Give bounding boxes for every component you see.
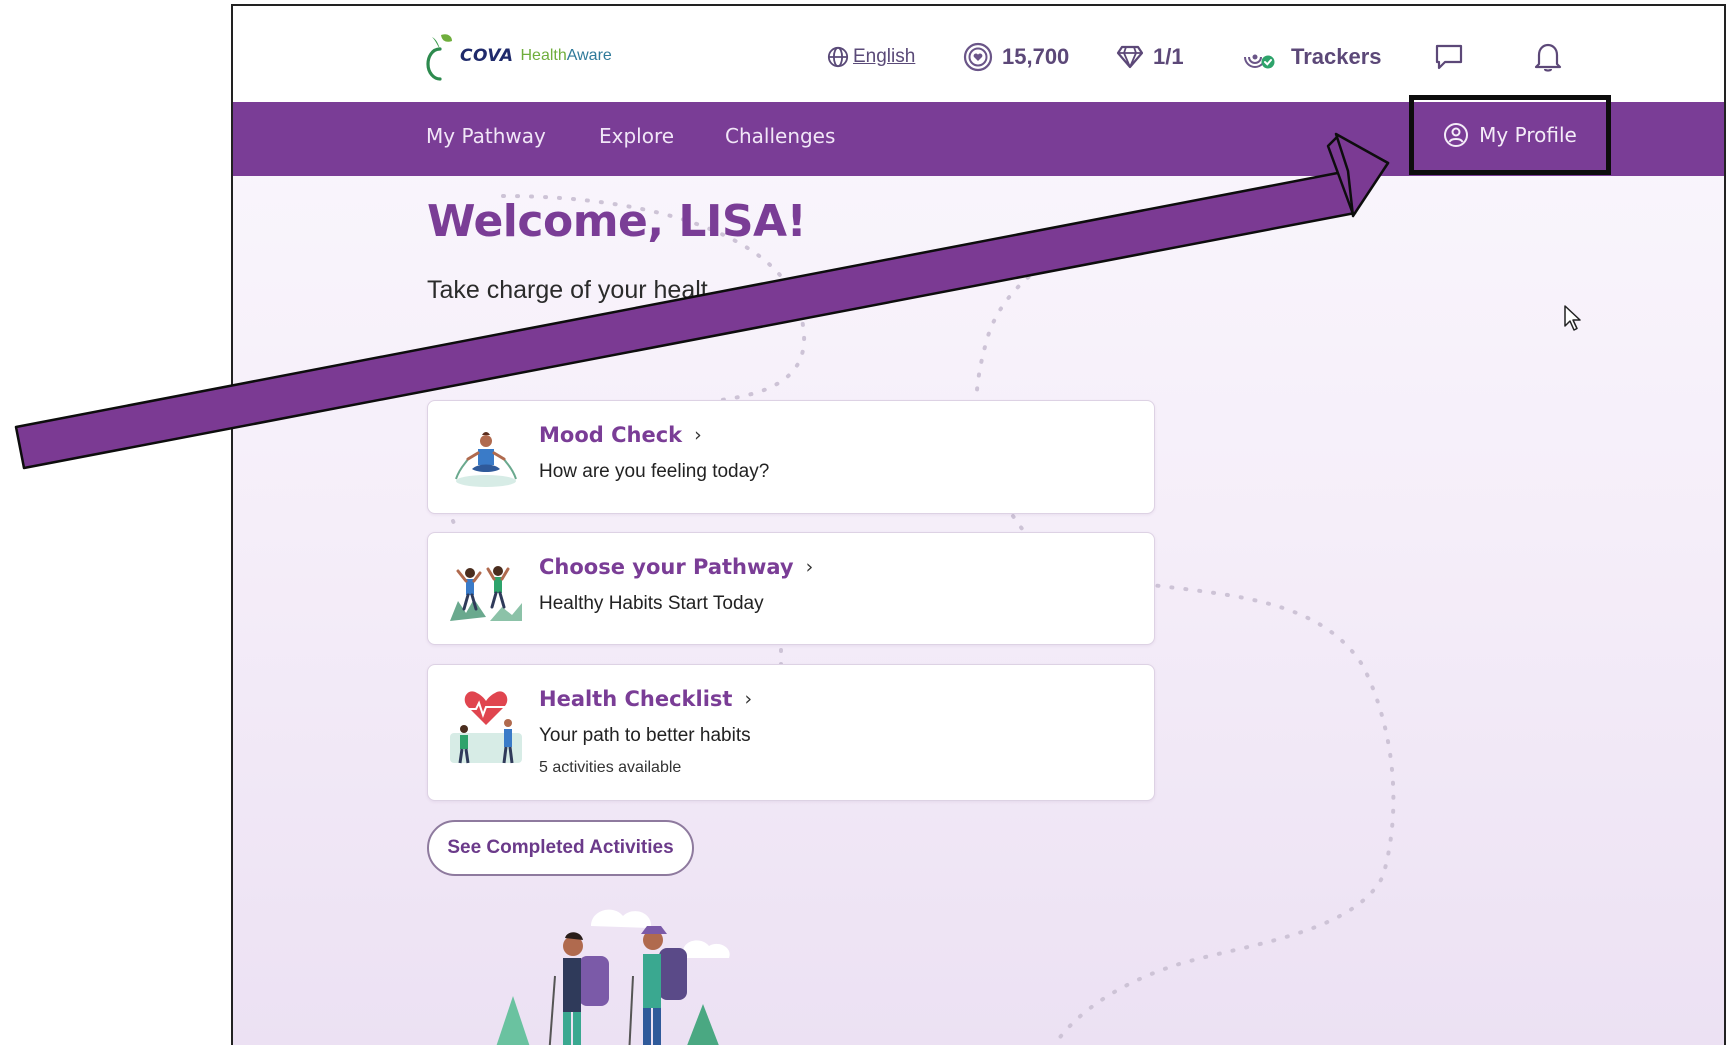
card-title-text: Choose your Pathway — [539, 555, 794, 579]
card-title: Choose your Pathway › — [539, 555, 813, 579]
nav-explore[interactable]: Explore — [599, 124, 674, 148]
main-nav: My Pathway Explore Challenges My Profile — [233, 95, 1724, 176]
messages-button[interactable] — [1433, 40, 1465, 74]
app-window: COVA HealthAware English 15,700 1/1 Trac… — [231, 4, 1726, 1045]
profile-button[interactable]: My Profile — [1443, 122, 1577, 148]
nav-my-pathway[interactable]: My Pathway — [426, 124, 546, 148]
nav-challenges[interactable]: Challenges — [725, 124, 835, 148]
hikers-illustration-icon — [496, 909, 730, 1045]
activity-card-health-checklist[interactable]: Health Checklist › Your path to better h… — [427, 664, 1155, 801]
activities-heading: ctivities — [427, 346, 531, 372]
card-title: Health Checklist › — [539, 687, 752, 711]
tagline-text: Take charge of your healt — [427, 276, 708, 304]
diamond-icon — [1116, 45, 1144, 69]
mouse-cursor-icon — [1564, 305, 1581, 331]
chevron-right-icon: › — [805, 556, 814, 578]
points-value: 15,700 — [1002, 44, 1070, 69]
profile-highlight-box: My Profile — [1409, 95, 1611, 175]
logo-brand-text: COVA — [460, 46, 514, 66]
trackers-icon — [1244, 54, 1275, 69]
meditation-illustration-icon — [455, 432, 517, 487]
user-circle-icon — [1444, 123, 1469, 147]
language-label: English — [853, 46, 916, 67]
activity-card-choose-pathway[interactable]: Choose your Pathway › Healthy Habits Sta… — [427, 532, 1155, 645]
trackers-button[interactable]: Trackers — [1241, 40, 1382, 74]
chat-bubble-icon — [1435, 44, 1463, 70]
logo-sub-text: HealthAware — [520, 47, 611, 65]
bell-icon — [1534, 43, 1562, 72]
see-completed-activities-button[interactable]: See Completed Activities — [427, 820, 694, 876]
gems-value: 1/1 — [1153, 44, 1184, 69]
logo-sub-health: Health — [520, 47, 567, 64]
card-title-text: Mood Check — [539, 423, 683, 447]
chevron-right-icon: › — [744, 688, 753, 710]
notifications-button[interactable] — [1533, 40, 1563, 74]
apple-leaf-icon — [426, 34, 452, 81]
cova-healthaware-logo[interactable]: COVA HealthAware — [426, 30, 612, 82]
gems-counter[interactable]: 1/1 — [1116, 40, 1184, 74]
activity-card-mood-check[interactable]: Mood Check › How are you feeling today? — [427, 400, 1155, 514]
points-coin-icon — [963, 42, 993, 72]
profile-label: My Profile — [1479, 123, 1577, 147]
people-exercising-illustration-icon — [450, 566, 522, 621]
logo-sub-aware: Aware — [566, 47, 612, 64]
card-title-text: Health Checklist — [539, 687, 733, 711]
language-selector[interactable]: English — [827, 40, 915, 74]
card-activity-count: 5 activities available — [539, 759, 682, 776]
welcome-heading: Welcome, LISA! — [427, 196, 807, 247]
card-title: Mood Check › — [539, 423, 702, 447]
chevron-right-icon: › — [694, 424, 702, 446]
card-subtitle: How are you feeling today? — [539, 461, 770, 482]
heart-health-illustration-icon — [450, 691, 522, 764]
card-subtitle: Your path to better habits — [539, 725, 751, 746]
trackers-label: Trackers — [1291, 44, 1382, 69]
card-subtitle: Healthy Habits Start Today — [539, 593, 764, 614]
points-counter[interactable]: 15,700 — [963, 40, 1069, 74]
globe-icon — [827, 46, 849, 68]
top-header: COVA HealthAware English 15,700 1/1 Trac… — [233, 6, 1724, 102]
